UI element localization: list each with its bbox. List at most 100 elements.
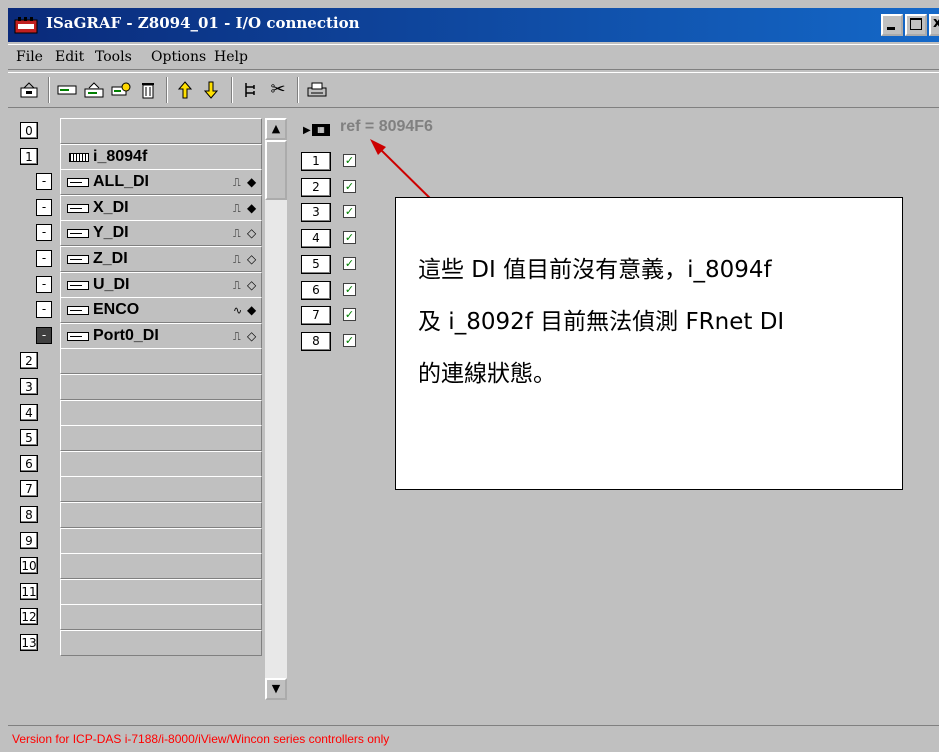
slot-entry[interactable] — [60, 374, 262, 400]
channel-marker[interactable]: - — [36, 199, 52, 216]
slot-entry[interactable] — [60, 400, 262, 426]
channel-checkbox[interactable]: ✓ — [343, 180, 356, 193]
slot-entry[interactable] — [60, 348, 262, 374]
move-down-icon[interactable] — [200, 79, 222, 101]
slot-number[interactable]: 0 — [20, 122, 38, 139]
channel-entry[interactable]: Y_DI ⎍ ◇ — [60, 220, 262, 246]
channel-row[interactable]: 6 ✓ — [301, 281, 361, 301]
slot-row[interactable]: 6 — [16, 451, 262, 477]
channel-checkbox[interactable]: ✓ — [343, 231, 356, 244]
channel-checkbox[interactable]: ✓ — [343, 334, 356, 347]
channel-checkbox[interactable]: ✓ — [343, 205, 356, 218]
channel-entry[interactable]: X_DI ⎍ ◆ — [60, 195, 262, 221]
cut-icon[interactable]: ✂ — [267, 79, 289, 101]
channel-number[interactable]: 3 — [301, 203, 331, 222]
channel-row[interactable]: 7 ✓ — [301, 306, 361, 326]
slot-row[interactable]: 2 — [16, 348, 262, 374]
channel-checkbox[interactable]: ✓ — [343, 257, 356, 270]
menu-file[interactable]: File — [16, 49, 43, 65]
channel-marker[interactable]: - — [36, 327, 52, 344]
channel-row[interactable]: 5 ✓ — [301, 255, 361, 275]
channel-number[interactable]: 7 — [301, 306, 331, 325]
channel-row[interactable]: 2 ✓ — [301, 178, 361, 198]
slot-entry[interactable] — [60, 630, 262, 656]
print-icon[interactable] — [306, 79, 328, 101]
slot-row[interactable]: 12 — [16, 604, 262, 630]
channel-entry[interactable]: ENCO ∿ ◆ — [60, 297, 262, 323]
channel-marker[interactable]: - — [36, 224, 52, 241]
slot-row[interactable]: 0 — [16, 118, 262, 144]
channel-number[interactable]: 2 — [301, 178, 331, 197]
maximize-button[interactable] — [905, 14, 927, 36]
tree-icon[interactable] — [240, 79, 262, 101]
slot-number[interactable]: 9 — [20, 532, 38, 549]
channel-checkbox[interactable]: ✓ — [343, 154, 356, 167]
slot-number[interactable]: 7 — [20, 480, 38, 497]
slot-row[interactable]: - ALL_DI ⎍ ◆ — [16, 169, 262, 195]
slot-entry[interactable] — [60, 425, 262, 451]
channel-marker[interactable]: - — [36, 301, 52, 318]
delete-icon[interactable] — [137, 79, 159, 101]
slot-entry[interactable] — [60, 451, 262, 477]
channel-entry[interactable]: Z_DI ⎍ ◇ — [60, 246, 262, 272]
scroll-up-button[interactable]: ▲ — [265, 118, 287, 140]
slot-number[interactable]: 6 — [20, 455, 38, 472]
channel-marker[interactable]: - — [36, 173, 52, 190]
minimize-button[interactable] — [881, 14, 903, 36]
open-board-icon[interactable] — [18, 79, 40, 101]
menu-edit[interactable]: Edit — [55, 49, 84, 65]
slot-entry[interactable] — [60, 579, 262, 605]
slot-number[interactable]: 3 — [20, 378, 38, 395]
channel-entry[interactable]: ALL_DI ⎍ ◆ — [60, 169, 262, 195]
card-write-icon[interactable] — [83, 79, 105, 101]
slot-entry[interactable] — [60, 553, 262, 579]
slot-entry[interactable]: i_8094f — [60, 144, 262, 170]
slot-number[interactable]: 1 — [20, 148, 38, 165]
scrollbar-thumb[interactable] — [265, 140, 287, 200]
slot-number[interactable]: 8 — [20, 506, 38, 523]
slot-row[interactable]: 5 — [16, 425, 262, 451]
channel-number[interactable]: 1 — [301, 152, 331, 171]
channel-checkbox[interactable]: ✓ — [343, 308, 356, 321]
channel-marker[interactable]: - — [36, 276, 52, 293]
channel-entry[interactable]: Port0_DI ⎍ ◇ — [60, 323, 262, 349]
slot-row[interactable]: 8 — [16, 502, 262, 528]
card-parameters-icon[interactable] — [110, 79, 132, 101]
slot-number[interactable]: 2 — [20, 352, 38, 369]
slot-entry[interactable] — [60, 476, 262, 502]
slot-number[interactable]: 13 — [20, 634, 38, 651]
menu-help[interactable]: Help — [214, 49, 248, 65]
channel-row[interactable]: 8 ✓ — [301, 332, 361, 352]
close-button[interactable]: x — [929, 14, 939, 36]
slot-row[interactable]: - Port0_DI ⎍ ◇ — [16, 323, 262, 349]
slot-row[interactable]: 3 — [16, 374, 262, 400]
channel-number[interactable]: 8 — [301, 332, 331, 351]
slot-entry[interactable] — [60, 528, 262, 554]
slot-row[interactable]: - Y_DI ⎍ ◇ — [16, 220, 262, 246]
slot-row[interactable]: - ENCO ∿ ◆ — [16, 297, 262, 323]
slot-number[interactable]: 12 — [20, 608, 38, 625]
slot-entry[interactable] — [60, 502, 262, 528]
slot-row[interactable]: 4 — [16, 400, 262, 426]
slot-number[interactable]: 5 — [20, 429, 38, 446]
slot-list-scrollbar[interactable]: ▲ ▼ — [265, 118, 287, 700]
move-up-icon[interactable] — [174, 79, 196, 101]
card-icon[interactable] — [56, 79, 78, 101]
slot-entry[interactable] — [60, 604, 262, 630]
channel-entry[interactable]: U_DI ⎍ ◇ — [60, 272, 262, 298]
slot-number[interactable]: 4 — [20, 404, 38, 421]
slot-number[interactable]: 10 — [20, 557, 38, 574]
channel-marker[interactable]: - — [36, 250, 52, 267]
slot-row[interactable]: 7 — [16, 476, 262, 502]
slot-row[interactable]: 11 — [16, 579, 262, 605]
channel-row[interactable]: 3 ✓ — [301, 203, 361, 223]
slot-row[interactable]: 10 — [16, 553, 262, 579]
slot-row[interactable]: 9 — [16, 528, 262, 554]
channel-checkbox[interactable]: ✓ — [343, 283, 356, 296]
channel-row[interactable]: 1 ✓ — [301, 152, 361, 172]
slot-entry[interactable] — [60, 118, 262, 144]
slot-row[interactable]: 1 i_8094f — [16, 144, 262, 170]
slot-row[interactable]: 13 — [16, 630, 262, 656]
menu-tools[interactable]: Tools — [95, 49, 132, 65]
channel-number[interactable]: 5 — [301, 255, 331, 274]
